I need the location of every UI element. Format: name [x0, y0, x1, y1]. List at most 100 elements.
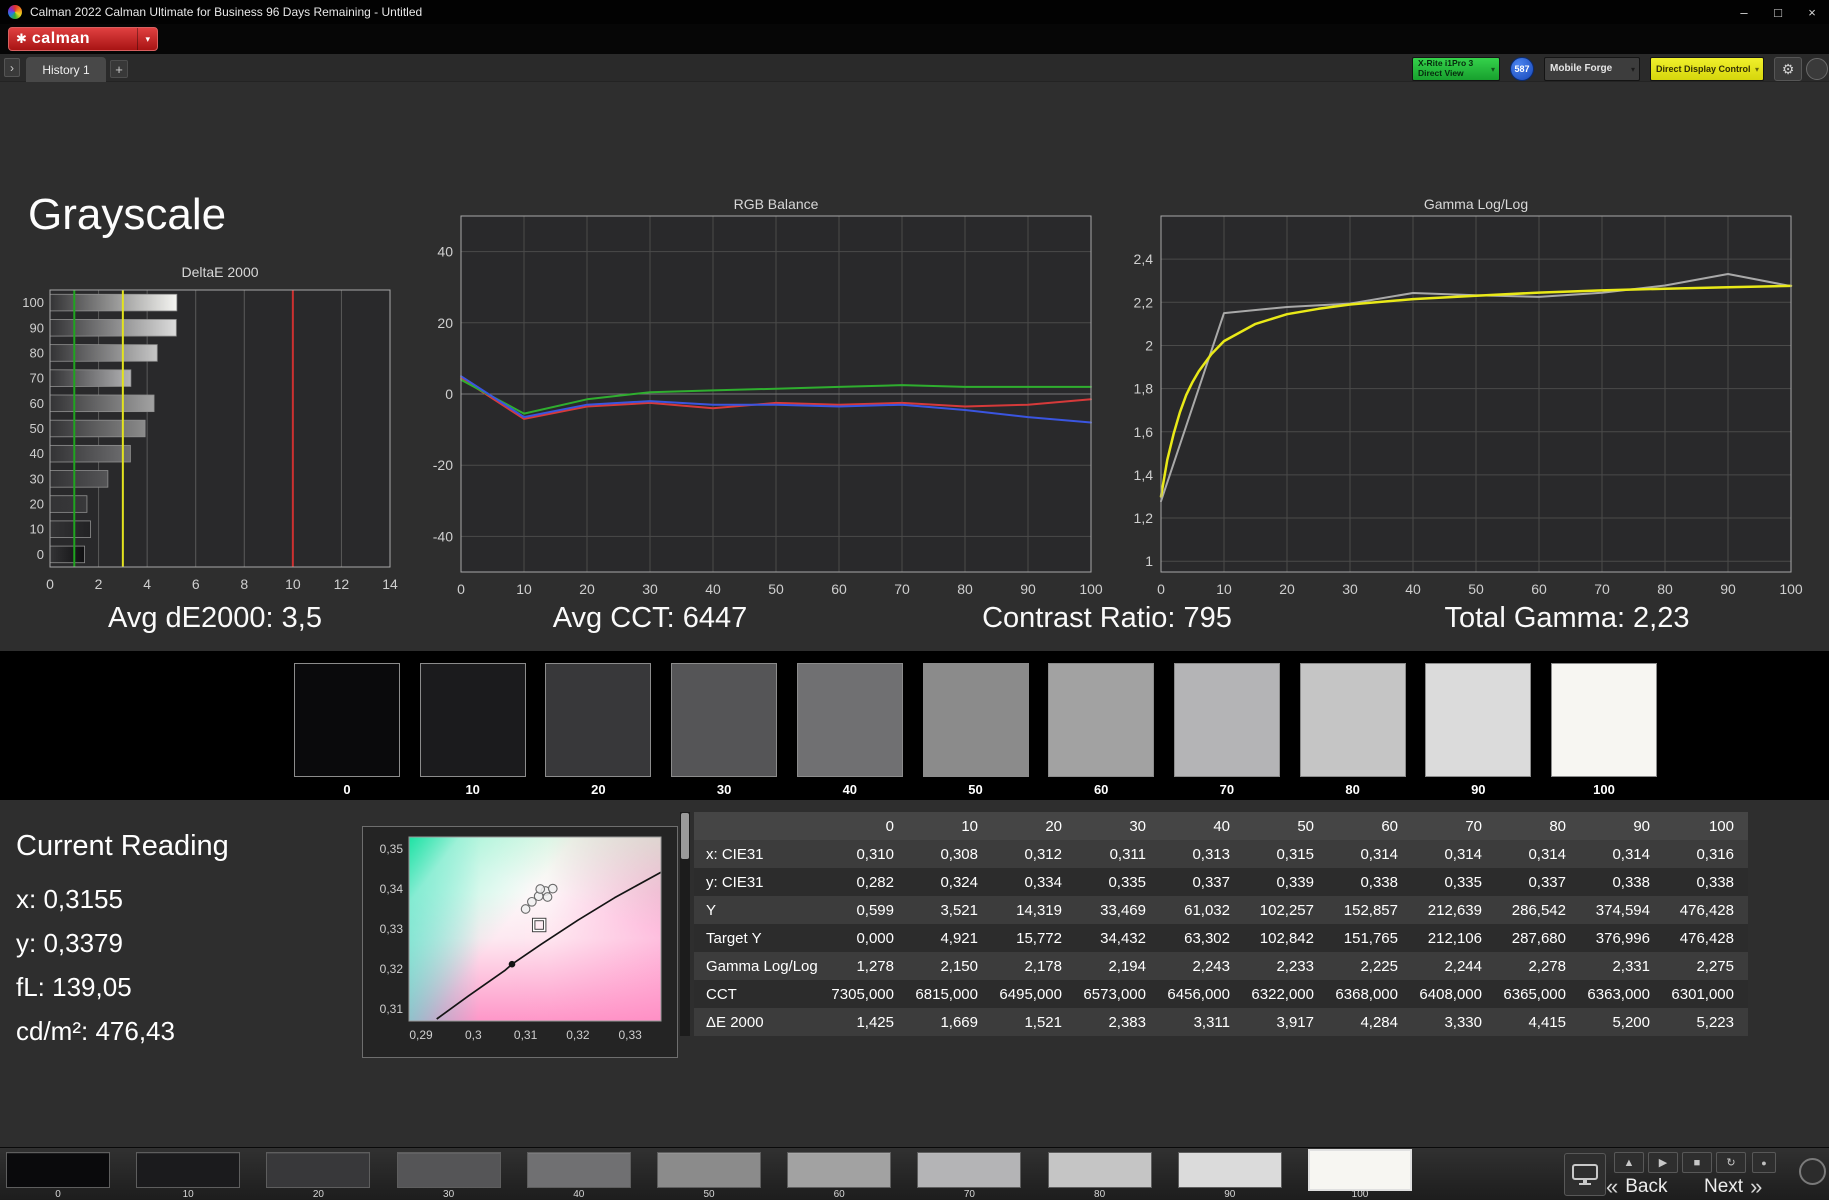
patch-label: 100 [1593, 782, 1615, 797]
table-header-row: 0 10 20 30 40 50 60 70 80 90 100 [694, 812, 1748, 840]
column-header: 60 [1381, 817, 1398, 835]
table-cell: 1,521 [1024, 1013, 1062, 1031]
pattern-label: 10 [182, 1189, 194, 1200]
minimize-button[interactable]: – [1727, 0, 1761, 24]
pattern-label: 30 [443, 1189, 455, 1200]
record-button[interactable]: ● [1752, 1152, 1776, 1173]
svg-text:20: 20 [579, 581, 595, 597]
pattern-button-0[interactable] [6, 1152, 110, 1188]
display-pattern-button[interactable] [1564, 1153, 1606, 1196]
table-cell: 102,842 [1259, 929, 1314, 947]
pattern-button-90[interactable] [1177, 1152, 1282, 1188]
table-cell: 286,542 [1511, 901, 1566, 919]
pattern-button-30[interactable] [396, 1152, 501, 1188]
maximize-button[interactable]: □ [1761, 0, 1795, 24]
table-cell: 6301,000 [1671, 985, 1734, 1003]
close-button[interactable]: × [1795, 0, 1829, 24]
table-cell: 2,233 [1276, 957, 1314, 975]
svg-text:100: 100 [22, 295, 44, 310]
next-button[interactable]: Next » [1704, 1175, 1762, 1198]
table-row: y: CIE31 0,282 0,324 0,334 0,335 0,337 0,339 0,… [694, 868, 1748, 896]
grayscale-patch-70 [1173, 663, 1280, 777]
table-cell: 0,315 [1276, 845, 1314, 863]
svg-text:1,4: 1,4 [1134, 467, 1154, 483]
meter-selector[interactable]: X-Rite i1Pro 3 Direct View ▾ [1412, 57, 1500, 81]
reading-fl: fL: 139,05 [16, 972, 132, 1002]
pattern-button-70[interactable] [917, 1152, 1022, 1188]
grayscale-patch-20 [545, 663, 652, 777]
chevron-down-icon: ▾ [137, 28, 157, 50]
play-button[interactable]: ▶ [1648, 1152, 1678, 1173]
arrow-up-button[interactable]: ▲ [1614, 1152, 1644, 1173]
pattern-button-20[interactable] [266, 1152, 371, 1188]
avg-cct-stat: Avg CCT: 6447 [552, 602, 748, 634]
play-icon: ▶ [1658, 1157, 1668, 1169]
grayscale-strip: Actual Target 0102030405060708090100 [0, 651, 1829, 800]
grayscale-patch-40 [796, 663, 903, 777]
svg-text:90: 90 [30, 320, 44, 335]
svg-text:1: 1 [1145, 553, 1153, 569]
source-name: Mobile Forge [1550, 63, 1613, 75]
grayscale-patch-80 [1299, 663, 1406, 777]
table-cell: 0,335 [1444, 873, 1482, 891]
deltae-chart-title: DeltaE 2000 [181, 264, 259, 280]
source-selector[interactable]: Mobile Forge ▾ [1544, 57, 1640, 81]
svg-text:0,33: 0,33 [380, 922, 404, 936]
table-scrollbar[interactable] [680, 812, 690, 1036]
gamma-chart: 0 10 20 30 40 50 60 70 80 90 100 2,4 2,2 2 1,8 1,6 1,4 1,… [1134, 215, 1803, 597]
pattern-button-40[interactable] [526, 1152, 631, 1188]
pattern-button-100[interactable] [1308, 1149, 1412, 1191]
svg-text:60: 60 [30, 396, 44, 411]
svg-text:50: 50 [30, 421, 44, 436]
table-cell: 2,150 [940, 957, 978, 975]
row-label: Y [706, 901, 717, 919]
svg-text:1,8: 1,8 [1134, 381, 1154, 397]
table-cell: 2,225 [1360, 957, 1398, 975]
svg-text:70: 70 [30, 371, 44, 386]
svg-text:10: 10 [30, 522, 44, 537]
tab-history-1[interactable]: History 1 [26, 57, 106, 82]
svg-text:20: 20 [437, 315, 453, 331]
table-cell: 6815,000 [915, 985, 978, 1003]
svg-text:0,32: 0,32 [566, 1028, 590, 1042]
settings-gear-button[interactable]: ⚙ [1774, 57, 1802, 81]
svg-text:30: 30 [1342, 581, 1358, 597]
table-cell: 0,316 [1696, 845, 1734, 863]
add-tab-button[interactable]: + [110, 60, 128, 78]
stop-button[interactable]: ■ [1682, 1152, 1712, 1173]
pattern-button-60[interactable] [787, 1152, 892, 1188]
pattern-label: 90 [1224, 1189, 1236, 1200]
patch-label: 40 [842, 782, 858, 797]
row-label: Gamma Log/Log [706, 957, 818, 975]
table-cell: 2,178 [1024, 957, 1062, 975]
pattern-button-10[interactable] [136, 1152, 241, 1188]
results-table: 0 10 20 30 40 50 60 70 80 90 100 x: CIE31 0,310 0,308… [694, 812, 1748, 1036]
session-round-button[interactable] [1806, 58, 1828, 80]
calman-menu-button[interactable]: ✱ calman ▾ [8, 27, 158, 51]
pattern-button-80[interactable] [1047, 1152, 1152, 1188]
table-cell: 15,772 [1016, 929, 1062, 947]
svg-text:80: 80 [957, 581, 973, 597]
back-button[interactable]: « Back [1606, 1175, 1668, 1198]
cie-chart: 0,29 0,3 0,31 0,32 0,33 0,35 0,34 0,33 0,32 0,31 [380, 836, 662, 1042]
panel-expand-button[interactable]: › [4, 58, 20, 77]
display-control-selector[interactable]: Direct Display Control ▾ [1650, 57, 1764, 81]
table-cell: 0,324 [940, 873, 978, 891]
svg-text:60: 60 [1531, 581, 1547, 597]
pattern-label: 20 [312, 1189, 324, 1200]
meter-position-button[interactable] [1799, 1158, 1826, 1185]
scrollbar-thumb[interactable] [681, 813, 689, 859]
table-cell: 212,639 [1427, 901, 1482, 919]
table-cell: 287,680 [1511, 929, 1566, 947]
table-cell: 6322,000 [1251, 985, 1314, 1003]
refresh-button[interactable]: ↻ [1716, 1152, 1746, 1173]
table-cell: 0,338 [1612, 873, 1650, 891]
svg-text:8: 8 [240, 576, 248, 592]
rgb-balance-chart: 0 10 20 30 40 50 60 70 80 90 100 40 20 0 -20 -40 [433, 215, 1103, 597]
svg-text:0,35: 0,35 [380, 842, 404, 856]
table-cell: 4,921 [940, 929, 978, 947]
table-cell: 476,428 [1679, 929, 1734, 947]
pattern-button-50[interactable] [657, 1152, 761, 1188]
svg-text:40: 40 [30, 446, 44, 461]
reading-cdm2: cd/m²: 476,43 [16, 1016, 175, 1046]
